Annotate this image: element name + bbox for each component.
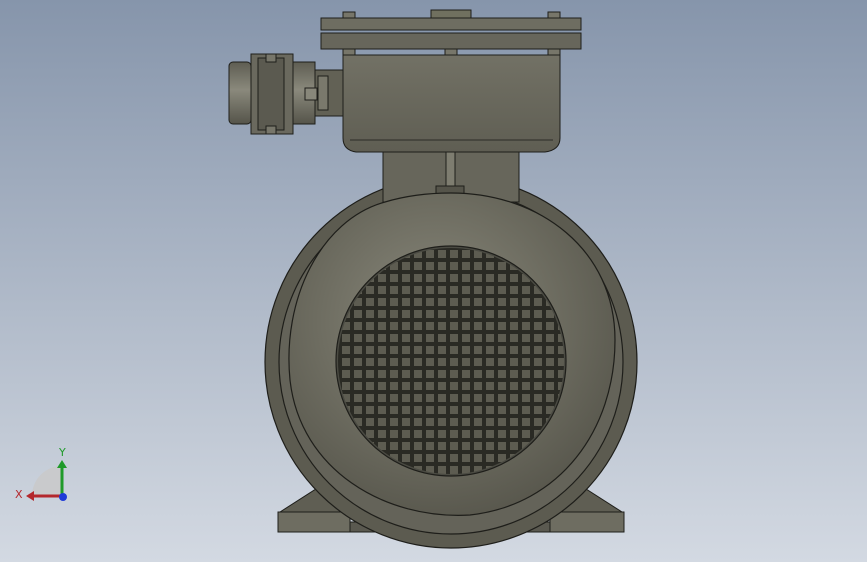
- z-axis-dot: [59, 493, 67, 501]
- coordinate-triad: Y X: [15, 446, 67, 501]
- terminal-box-lid: [320, 9, 582, 56]
- x-axis-label: X: [15, 488, 23, 501]
- graphics-viewport[interactable]: Y X: [0, 0, 867, 562]
- y-axis-arrowhead: [57, 460, 67, 468]
- triad-plane: [32, 466, 62, 496]
- terminal-box: [342, 54, 561, 153]
- motor-model-front-view[interactable]: [0, 0, 867, 562]
- y-axis-label: Y: [58, 446, 66, 459]
- cable-gland: [228, 53, 344, 135]
- x-axis-arrowhead: [26, 491, 34, 501]
